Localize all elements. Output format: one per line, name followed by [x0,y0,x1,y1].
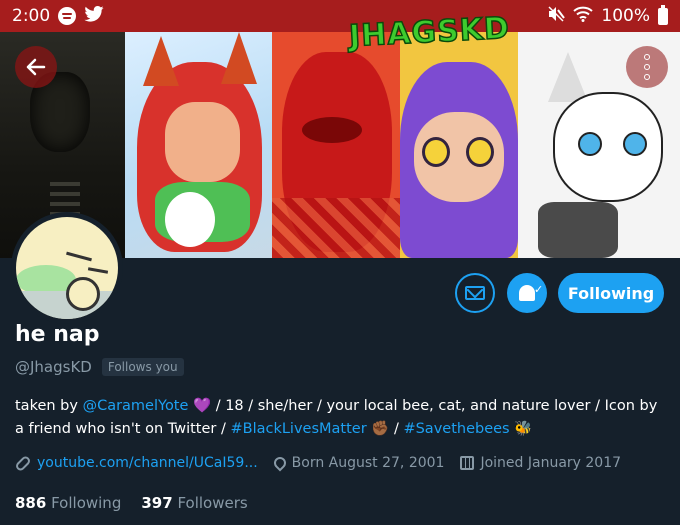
purple-heart-emoji: 💜 [193,398,212,414]
birthday-item: Born August 27, 2001 [271,454,445,472]
profile-meta: youtube.com/channel/UCaI59... Born Augus… [14,454,637,472]
bio-mention-link[interactable]: @CaramelYote [83,398,189,414]
display-name: he nap [15,322,100,347]
arrow-left-icon [26,58,46,76]
following-button[interactable]: Following [558,273,664,313]
spotify-icon [58,7,77,25]
follows-you-badge: Follows you [101,358,184,376]
more-options-button[interactable] [626,46,668,88]
website-item[interactable]: youtube.com/channel/UCaI59... [14,454,258,472]
bio-text-3: / [389,421,404,437]
calendar-icon [460,456,475,470]
envelope-icon [465,286,485,300]
followers-count-link[interactable]: 397 Followers [141,494,247,512]
user-handle: @JhagsKD [15,358,92,376]
handle-row: @JhagsKD Follows you [15,358,184,376]
status-bar: 2:00 100% [0,0,680,32]
followers-label: Followers [177,494,248,512]
back-button[interactable] [15,46,57,88]
following-count: 886 [15,494,47,512]
joined-text: Joined January 2017 [480,455,622,471]
notifications-button[interactable] [507,273,547,313]
bell-check-icon [519,283,543,301]
banner-art-panel-4 [400,32,518,258]
raised-fist-emoji: ✊🏾 [371,421,390,437]
message-button[interactable] [455,273,495,313]
twitter-icon [84,6,104,26]
balloon-icon [271,454,289,472]
battery-icon [658,4,668,25]
hashtag-link-savethebees[interactable]: #Savethebees [403,421,509,437]
followers-count: 397 [141,494,173,512]
following-count-link[interactable]: 886 Following [15,494,121,512]
mute-icon [547,5,566,28]
profile-bio: taken by @CaramelYote 💜 / 18 / she/her /… [15,395,670,441]
banner-art-panel-2 [125,32,272,258]
more-vertical-icon [644,54,650,80]
bee-emoji: 🐝 [514,421,533,437]
hashtag-link-blacklivesmatter[interactable]: #BlackLivesMatter [230,421,366,437]
avatar[interactable] [11,212,123,324]
link-icon [14,454,32,472]
banner-art-panel-3 [272,32,400,258]
bio-text-1: taken by [15,398,83,414]
joined-item: Joined January 2017 [460,455,621,471]
follow-counts: 886 Following 397 Followers [15,494,248,512]
wifi-icon [573,6,594,27]
battery-percent: 100% [601,6,650,26]
website-link[interactable]: youtube.com/channel/UCaI59... [37,455,258,471]
status-time: 2:00 [12,6,51,26]
birthday-text: Born August 27, 2001 [291,455,445,471]
following-label: Following [51,494,122,512]
